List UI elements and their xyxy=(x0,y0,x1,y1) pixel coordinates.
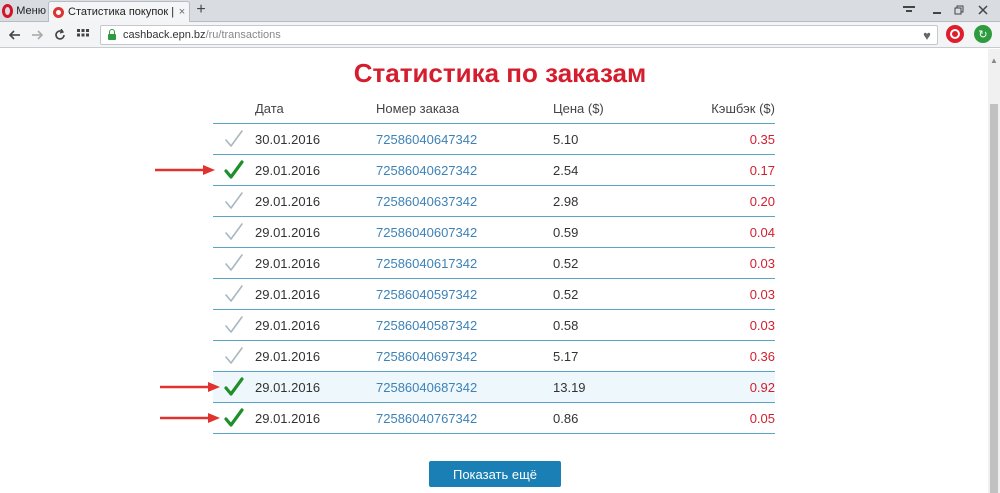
order-date: 29.01.2016 xyxy=(255,255,321,271)
reload-icon[interactable] xyxy=(51,25,69,45)
order-date: 29.01.2016 xyxy=(255,410,321,426)
browser-tab-bar: Меню Статистика покупок | еПН × + xyxy=(0,0,1000,22)
restore-icon[interactable] xyxy=(948,1,970,19)
epn-favicon-icon xyxy=(53,6,64,18)
table-row: 29.01.2016 72586040587342 0.58 0.03 xyxy=(213,310,775,341)
order-price: 0.52 xyxy=(553,286,579,302)
table-row: 29.01.2016 72586040597342 0.52 0.03 xyxy=(213,279,775,310)
order-date: 29.01.2016 xyxy=(255,379,321,395)
order-cashback: 0.20 xyxy=(749,193,775,209)
order-price: 2.98 xyxy=(553,193,579,209)
minimize-icon[interactable] xyxy=(926,1,948,19)
table-row: 29.01.2016 72586040637342 2.98 0.20 xyxy=(213,186,775,217)
url-path: /ru/transactions xyxy=(205,29,281,41)
bookmark-heart-icon[interactable]: ♥ xyxy=(918,27,936,43)
tab-title: Статистика покупок | еПН xyxy=(68,6,175,18)
scrollbar-thumb[interactable] xyxy=(990,104,998,493)
scroll-up-icon[interactable]: ▲ xyxy=(988,56,1000,66)
pending-check-icon xyxy=(213,284,255,304)
order-number-link[interactable]: 72586040607342 xyxy=(376,225,553,240)
pending-check-icon xyxy=(213,222,255,242)
forward-icon[interactable] xyxy=(28,25,46,45)
browser-menu-button[interactable]: Меню xyxy=(0,1,46,20)
pending-check-icon xyxy=(213,315,255,335)
address-toolbar: cashback.epn.bz /ru/transactions ♥ xyxy=(0,22,1000,48)
header-cashback: Кэшбэк ($) xyxy=(711,101,775,116)
annotation-arrow-icon xyxy=(160,382,220,392)
order-date: 29.01.2016 xyxy=(255,286,321,302)
order-price: 2.54 xyxy=(553,162,579,178)
order-number-link[interactable]: 72586040767342 xyxy=(376,411,553,426)
table-row: 29.01.2016 72586040607342 0.59 0.04 xyxy=(213,217,775,248)
order-number-link[interactable]: 72586040687342 xyxy=(376,380,553,395)
order-cashback: 0.35 xyxy=(749,131,775,147)
confirmed-check-icon xyxy=(213,160,255,180)
table-row: 29.01.2016 72586040627342 2.54 0.17 xyxy=(213,155,775,186)
browser-menu-label: Меню xyxy=(16,4,46,17)
header-order: Номер заказа xyxy=(376,101,460,116)
order-cashback: 0.03 xyxy=(749,255,775,271)
show-more-button[interactable]: Показать ещё xyxy=(429,461,561,487)
pending-check-icon xyxy=(213,253,255,273)
order-number-link[interactable]: 72586040597342 xyxy=(376,287,553,302)
annotation-arrow-icon xyxy=(155,165,215,175)
order-price: 0.86 xyxy=(553,410,579,426)
order-cashback: 0.03 xyxy=(749,317,775,333)
tab-close-icon[interactable]: × xyxy=(175,6,189,18)
order-number-link[interactable]: 72586040617342 xyxy=(376,256,553,271)
speed-dial-icon[interactable] xyxy=(74,25,92,45)
table-row: 29.01.2016 72586040687342 13.19 0.92 xyxy=(213,372,775,403)
order-date: 29.01.2016 xyxy=(255,317,321,333)
order-number-link[interactable]: 72586040647342 xyxy=(376,132,553,147)
order-date: 29.01.2016 xyxy=(255,224,321,240)
header-date: Дата xyxy=(255,101,284,116)
order-date: 29.01.2016 xyxy=(255,348,321,364)
url-host: cashback.epn.bz xyxy=(123,29,206,41)
pending-check-icon xyxy=(213,191,255,211)
order-date: 30.01.2016 xyxy=(255,131,321,147)
page-title: Статистика по заказам xyxy=(353,58,647,88)
order-cashback: 0.17 xyxy=(749,162,775,178)
url-field[interactable]: cashback.epn.bz /ru/transactions ♥ xyxy=(100,25,938,45)
order-price: 5.17 xyxy=(553,348,579,364)
order-cashback: 0.04 xyxy=(749,224,775,240)
orders-table: Дата Номер заказа Цена ($) Кэшбэк ($) 30… xyxy=(213,94,775,434)
order-price: 0.52 xyxy=(553,255,579,271)
back-icon[interactable] xyxy=(6,25,24,45)
table-row: 29.01.2016 72586040767342 0.86 0.05 xyxy=(213,403,775,434)
order-cashback: 0.92 xyxy=(749,379,775,395)
table-row: 29.01.2016 72586040697342 5.17 0.36 xyxy=(213,341,775,372)
secure-lock-icon xyxy=(107,29,117,41)
order-price: 13.19 xyxy=(553,379,586,395)
order-number-link[interactable]: 72586040697342 xyxy=(376,349,553,364)
order-cashback: 0.03 xyxy=(749,286,775,302)
order-number-link[interactable]: 72586040627342 xyxy=(376,163,553,178)
order-cashback: 0.05 xyxy=(749,410,775,426)
order-price: 0.59 xyxy=(553,224,579,240)
tab-menu-icon[interactable] xyxy=(898,1,920,19)
browser-tab[interactable]: Статистика покупок | еПН × xyxy=(48,1,190,22)
table-header: Дата Номер заказа Цена ($) Кэшбэк ($) xyxy=(213,94,775,124)
order-price: 5.10 xyxy=(553,131,579,147)
pending-check-icon xyxy=(213,346,255,366)
header-price: Цена ($) xyxy=(553,101,604,116)
table-row: 30.01.2016 72586040647342 5.10 0.35 xyxy=(213,124,775,155)
order-number-link[interactable]: 72586040637342 xyxy=(376,194,553,209)
table-row: 29.01.2016 72586040617342 0.52 0.03 xyxy=(213,248,775,279)
order-cashback: 0.36 xyxy=(749,348,775,364)
epn-extension-icon[interactable] xyxy=(946,25,964,43)
close-window-icon[interactable] xyxy=(972,1,994,19)
order-number-link[interactable]: 72586040587342 xyxy=(376,318,553,333)
order-date: 29.01.2016 xyxy=(255,193,321,209)
pending-check-icon xyxy=(213,129,255,149)
order-date: 29.01.2016 xyxy=(255,162,321,178)
annotation-arrow-icon xyxy=(160,413,220,423)
download-extension-icon[interactable]: ↻ xyxy=(974,25,992,43)
order-price: 0.58 xyxy=(553,317,579,333)
opera-logo-icon xyxy=(2,3,14,18)
new-tab-button[interactable]: + xyxy=(194,1,208,19)
